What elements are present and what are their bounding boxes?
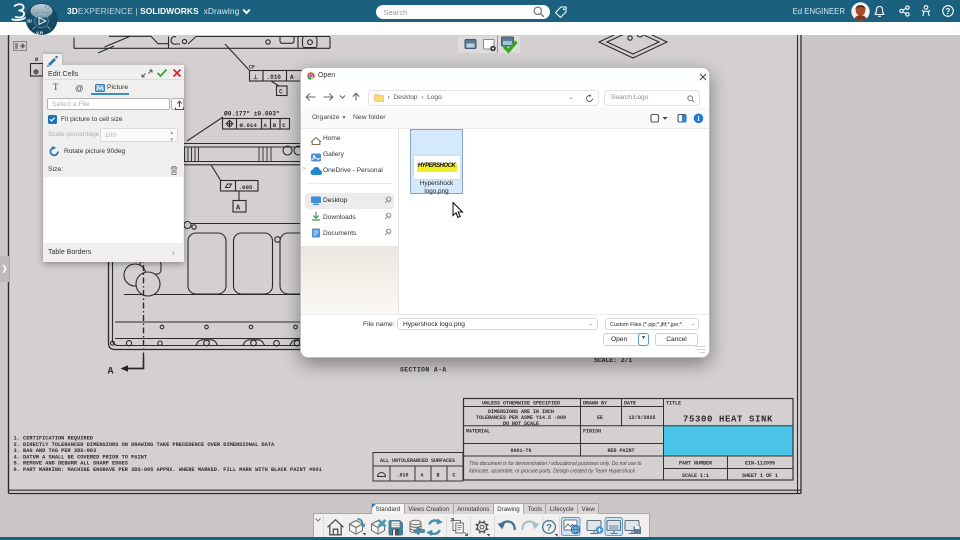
svg-text:C: C bbox=[279, 89, 283, 96]
svg-text:CF: CF bbox=[249, 65, 255, 71]
svg-text:fabricate, assemble, or procur: fabricate, assemble, or procure parts. D… bbox=[469, 469, 636, 475]
svg-text:FINISH: FINISH bbox=[583, 429, 601, 435]
svg-text:DRAWN BY: DRAWN BY bbox=[583, 401, 607, 407]
svg-text:UNLESS OTHERWISE SPECIFIED: UNLESS OTHERWISE SPECIFIED bbox=[482, 401, 560, 407]
svg-text:EE: EE bbox=[597, 415, 603, 421]
svg-text:12/9/2025: 12/9/2025 bbox=[628, 415, 655, 421]
svg-text:i: i bbox=[697, 114, 699, 123]
svg-text:4. DATUM A SHALL BE COVERED PR: 4. DATUM A SHALL BE COVERED PRIOR TO PAI… bbox=[14, 454, 148, 460]
svg-text:B: B bbox=[273, 122, 277, 129]
svg-text:C: C bbox=[282, 122, 286, 129]
svg-text:⊥: ⊥ bbox=[253, 74, 258, 81]
svg-text:PART NUMBER: PART NUMBER bbox=[679, 461, 712, 467]
svg-text:A: A bbox=[264, 122, 268, 129]
svg-text:A: A bbox=[290, 74, 294, 81]
svg-text:RED PAINT: RED PAINT bbox=[607, 448, 634, 454]
svg-text:5. REMOVE AND DEBURR ALL SHARP: 5. REMOVE AND DEBURR ALL SHARP EDGES bbox=[14, 461, 129, 467]
svg-text:SHEET 1 OF 1: SHEET 1 OF 1 bbox=[742, 473, 778, 479]
svg-text:SECTION A-A: SECTION A-A bbox=[400, 367, 447, 374]
svg-text:ALL UNTOLERANCED SURFACES: ALL UNTOLERANCED SURFACES bbox=[380, 458, 455, 464]
svg-text:6. PART MARKING: MACHINE ENGRA: 6. PART MARKING: MACHINE ENGRAVE PER 3DS… bbox=[14, 467, 322, 473]
svg-text:1. CERTIFICATION REQUIRED: 1. CERTIFICATION REQUIRED bbox=[14, 436, 93, 442]
svg-text:Ø.014: Ø.014 bbox=[240, 122, 258, 129]
svg-text:TITLE: TITLE bbox=[666, 401, 681, 407]
svg-text:B: B bbox=[437, 473, 440, 479]
svg-text:This document is for demonstra: This document is for demonstration / edu… bbox=[469, 461, 642, 467]
svg-text:.010: .010 bbox=[267, 74, 282, 81]
svg-text:SCALE: 2/1: SCALE: 2/1 bbox=[594, 357, 633, 364]
svg-text:C: C bbox=[453, 473, 456, 479]
svg-text:⊕: ⊕ bbox=[33, 69, 39, 77]
svg-text:.005: .005 bbox=[239, 184, 253, 191]
svg-text:DO NOT SCALE: DO NOT SCALE bbox=[503, 421, 539, 427]
svg-text:3D: 3D bbox=[27, 19, 32, 24]
svg-text:3. BAG AND TAG PER 3DS-003: 3. BAG AND TAG PER 3DS-003 bbox=[14, 448, 97, 454]
svg-text:SCALE 1:1: SCALE 1:1 bbox=[682, 473, 709, 479]
svg-text:.010: .010 bbox=[397, 473, 409, 479]
svg-text:MATERIAL: MATERIAL bbox=[466, 429, 490, 435]
svg-text:Ø: Ø bbox=[35, 56, 39, 63]
svg-text:?: ? bbox=[546, 522, 552, 533]
svg-text:A: A bbox=[108, 367, 114, 378]
svg-text:6061-T6: 6061-T6 bbox=[510, 448, 531, 454]
svg-text:A: A bbox=[421, 473, 424, 479]
svg-text:V.R: V.R bbox=[36, 31, 44, 36]
svg-text:Ø0.177" ±0.003": Ø0.177" ±0.003" bbox=[224, 111, 280, 118]
svg-text:A: A bbox=[236, 205, 241, 213]
svg-text:2. DIRECTLY TOLERANCED DIMENSI: 2. DIRECTLY TOLERANCED DIMENSIONS ON DRA… bbox=[14, 442, 275, 448]
svg-text:DATE: DATE bbox=[624, 401, 636, 407]
svg-text:?: ? bbox=[946, 7, 951, 16]
svg-text:EIN-112095: EIN-112095 bbox=[745, 461, 775, 467]
svg-text:75300 HEAT SINK: 75300 HEAT SINK bbox=[683, 415, 773, 425]
